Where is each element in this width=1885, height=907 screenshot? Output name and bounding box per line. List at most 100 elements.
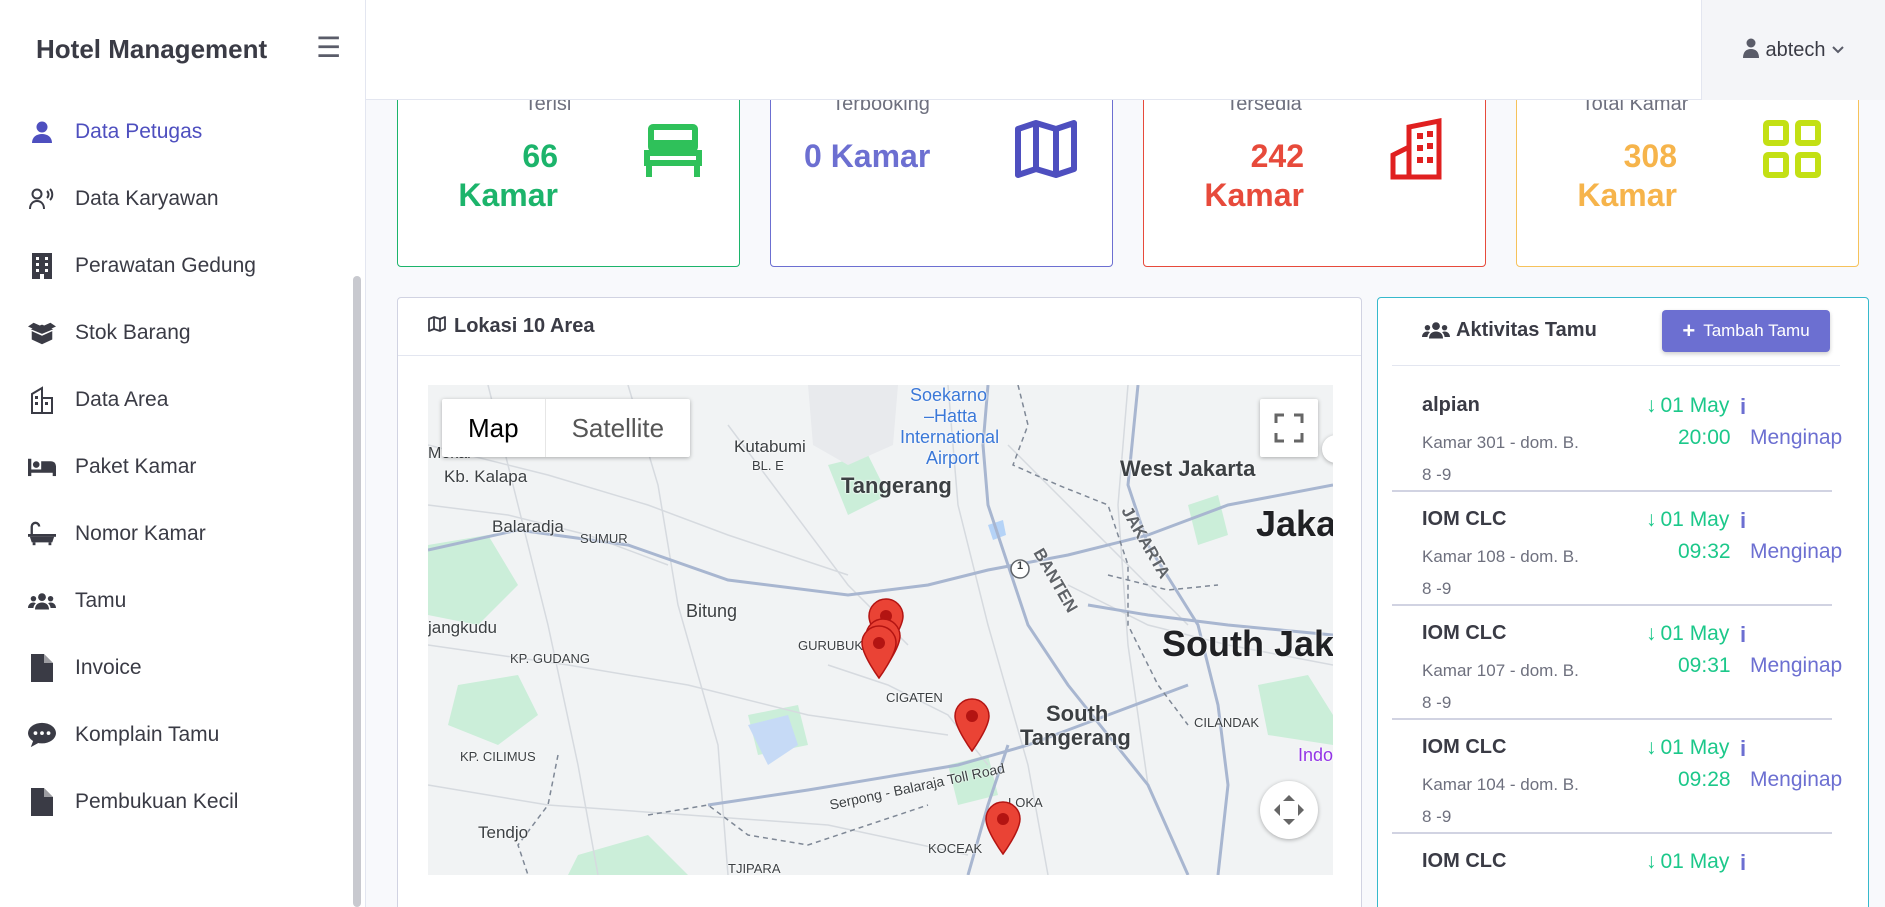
highway-shield: 1: [1017, 560, 1024, 572]
sidebar-item-tamu[interactable]: Tamu: [0, 567, 350, 634]
map-label: Kb. Kalapa: [444, 467, 528, 486]
map-label: Tangerang: [841, 473, 952, 498]
guest-date: ↓ 01 May: [1646, 850, 1730, 873]
comment-dots-icon: [28, 721, 56, 749]
info-icon[interactable]: i: [1740, 622, 1746, 648]
sidebar: Hotel Management ☰ Data Petugas Data Kar…: [0, 0, 366, 907]
map-label: Jaka: [1256, 503, 1333, 544]
sidebar-item-label: Pembukuan Kecil: [75, 789, 239, 813]
info-icon[interactable]: i: [1740, 736, 1746, 762]
guest-status[interactable]: Menginap: [1750, 768, 1842, 792]
map-label: Soekarno: [910, 385, 988, 405]
sidebar-item-nomor-kamar[interactable]: Nomor Kamar: [0, 500, 350, 567]
add-guest-button[interactable]: + Tambah Tamu: [1662, 310, 1830, 352]
list-item[interactable]: IOM CLC Kamar 108 - dom. B. 8 -9 ↓ 01 May…: [1392, 492, 1842, 606]
stat-card-terisi: Terisi 66 Kamar: [397, 100, 740, 267]
guest-status[interactable]: Menginap: [1750, 426, 1842, 450]
username: abtech: [1765, 38, 1826, 61]
sidebar-item-stok-barang[interactable]: Stok Barang: [0, 299, 350, 366]
map-label: KP. CILIMUS: [460, 749, 536, 764]
stat-value: 308 Kamar: [1577, 138, 1677, 213]
map-type-map-button[interactable]: Map: [442, 399, 546, 457]
arrow-down-icon: ↓: [1646, 508, 1657, 531]
sidebar-item-label: Paket Kamar: [75, 454, 197, 478]
map-label: SUMUR: [580, 531, 628, 546]
sidebar-item-label: Invoice: [75, 655, 142, 679]
stat-value: 0 Kamar: [804, 138, 931, 174]
info-icon[interactable]: i: [1740, 394, 1746, 420]
guest-date: ↓ 01 May: [1646, 394, 1730, 417]
sidebar-nav: Data Petugas Data Karyawan Perawatan Ged…: [0, 98, 350, 907]
map-panel: Lokasi 10 Area Soekarno –Hatta Internati…: [397, 297, 1362, 907]
map-label: Balaradja: [492, 517, 564, 536]
grid-icon: [1763, 120, 1821, 178]
list-item[interactable]: IOM CLC Kamar 107 - dom. B. 8 -9 ↓ 01 May…: [1392, 606, 1842, 720]
plus-icon: +: [1682, 318, 1696, 343]
building-icon: [1390, 117, 1442, 180]
sidebar-item-komplain-tamu[interactable]: Komplain Tamu: [0, 701, 350, 768]
map-panel-header: Lokasi 10 Area: [398, 298, 1361, 356]
users-icon: [1422, 320, 1450, 345]
sidebar-item-label: Data Area: [75, 387, 169, 411]
guest-date: ↓ 01 May: [1646, 508, 1730, 531]
sidebar-item-label: Nomor Kamar: [75, 521, 206, 545]
map-label: Airport: [926, 448, 980, 468]
guest-date: ↓ 01 May: [1646, 736, 1730, 759]
map-label: KOCEAK: [928, 841, 983, 856]
camera-control-button[interactable]: [1260, 781, 1318, 839]
info-icon[interactable]: i: [1740, 508, 1746, 534]
sidebar-item-label: Data Petugas: [75, 119, 203, 143]
guest-name: alpian: [1422, 394, 1480, 416]
guest-time: 09:31: [1678, 654, 1731, 677]
bath-icon: [28, 520, 56, 548]
sidebar-item-label: Stok Barang: [75, 320, 191, 344]
list-item[interactable]: IOM CLC Kamar 104 - dom. B. 8 -9 ↓ 01 May…: [1392, 720, 1842, 834]
map-label: Bitung: [686, 601, 738, 621]
map-label: BL. E: [752, 458, 784, 473]
guest-time: 09:32: [1678, 540, 1731, 563]
map-label: GURUBUK: [798, 638, 864, 653]
map-label: Tendjo: [478, 823, 529, 842]
guest-room: Kamar 301 - dom. B. 8 -9: [1422, 433, 1579, 484]
sidebar-item-pembukuan-kecil[interactable]: Pembukuan Kecil: [0, 768, 350, 835]
map-label: South Jak: [1162, 623, 1333, 664]
box-open-icon: [28, 319, 56, 347]
map-type-control: Map Satellite: [442, 399, 691, 457]
info-icon[interactable]: i: [1740, 850, 1746, 876]
map-marker-pin[interactable]: [860, 625, 898, 679]
sidebar-item-data-karyawan[interactable]: Data Karyawan: [0, 165, 350, 232]
arrow-down-icon: ↓: [1646, 736, 1657, 759]
guest-status[interactable]: Menginap: [1750, 654, 1842, 678]
sidebar-item-invoice[interactable]: Invoice: [0, 634, 350, 701]
fullscreen-button[interactable]: [1260, 399, 1318, 457]
users-icon: [28, 587, 56, 615]
guest-name: IOM CLC: [1422, 508, 1507, 530]
guest-name: IOM CLC: [1422, 622, 1507, 644]
sidebar-scrollbar[interactable]: [353, 276, 361, 907]
list-item[interactable]: IOM CLC ↓ 01 May i: [1392, 834, 1832, 907]
guest-panel-title: Aktivitas Tamu: [1456, 319, 1597, 341]
stat-card-total-kamar: Total Kamar 308 Kamar: [1516, 100, 1859, 267]
menu-toggle-icon[interactable]: ☰: [316, 34, 341, 62]
stat-card-terbooking: Terbooking 0 Kamar: [770, 100, 1113, 267]
building-icon: [28, 252, 56, 280]
map-label: Kutabumi: [734, 437, 806, 456]
stat-label: Total Kamar: [1581, 100, 1689, 115]
map-marker-pin[interactable]: [984, 801, 1022, 855]
sidebar-item-data-area[interactable]: Data Area: [0, 366, 350, 433]
sidebar-item-data-petugas[interactable]: Data Petugas: [0, 98, 350, 165]
arrow-down-icon: ↓: [1646, 622, 1657, 645]
map-view[interactable]: Soekarno –Hatta International Airport Ku…: [428, 385, 1333, 875]
map-marker-pin[interactable]: [953, 698, 991, 752]
map-label: TJIPARA: [728, 861, 781, 875]
guest-date: ↓ 01 May: [1646, 622, 1730, 645]
guest-name: IOM CLC: [1422, 736, 1507, 758]
guest-time: 09:28: [1678, 768, 1731, 791]
user-dropdown[interactable]: abtech: [1701, 0, 1885, 100]
guest-status[interactable]: Menginap: [1750, 540, 1842, 564]
sidebar-item-perawatan-gedung[interactable]: Perawatan Gedung: [0, 232, 350, 299]
map-type-satellite-button[interactable]: Satellite: [546, 399, 691, 457]
sidebar-item-paket-kamar[interactable]: Paket Kamar: [0, 433, 350, 500]
list-item[interactable]: alpian Kamar 301 - dom. B. 8 -9 ↓ 01 May …: [1392, 378, 1842, 492]
guest-time: 20:00: [1678, 426, 1731, 449]
